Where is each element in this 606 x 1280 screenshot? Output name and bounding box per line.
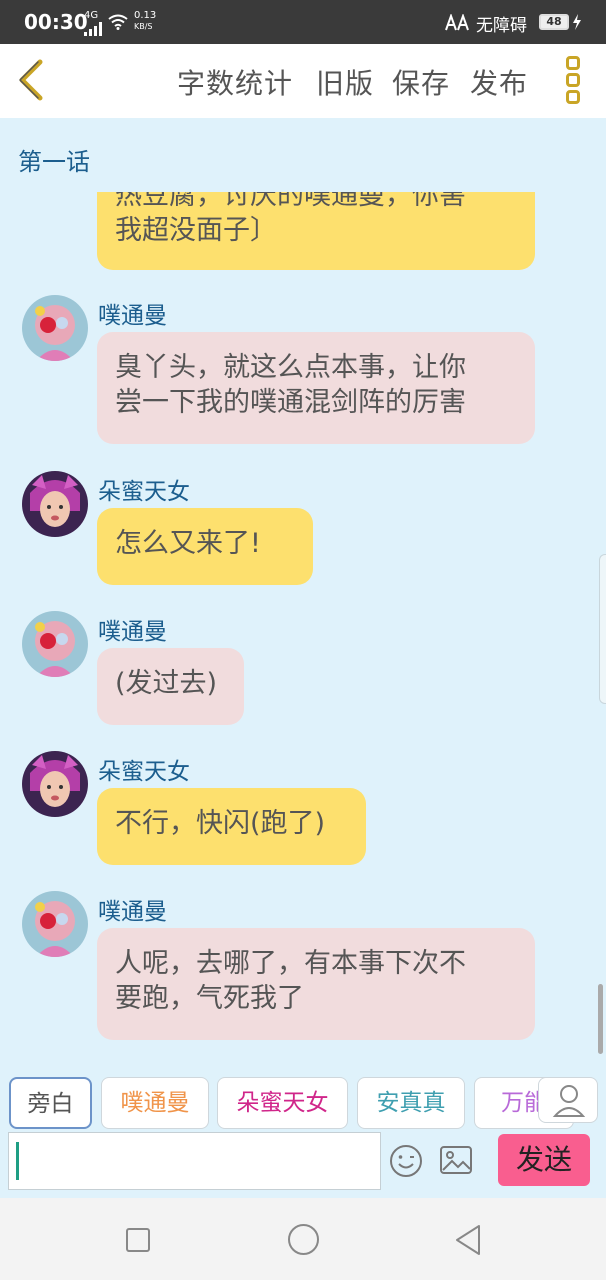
avatar-duomi[interactable] — [22, 471, 88, 537]
message-text: 臭丫头，就这么点本事，让你 — [115, 352, 466, 383]
more-menu-icon[interactable] — [562, 56, 584, 106]
message-text: (发过去) — [115, 668, 218, 699]
old-version-button[interactable]: 旧版 — [316, 62, 374, 102]
message-input[interactable] — [8, 1132, 381, 1190]
message-text: 怎么又来了! — [115, 528, 261, 559]
home-icon[interactable] — [288, 1224, 319, 1255]
message-text: 人呢，去哪了，有本事下次不 — [115, 948, 466, 979]
scrollbar[interactable] — [598, 984, 603, 1054]
message-bubble[interactable]: 臭丫头，就这么点本事，让你 尝一下我的噗通混剑阵的厉害 — [97, 332, 535, 444]
message-bubble[interactable]: 怎么又来了! — [97, 508, 313, 585]
avatar-putongman[interactable] — [22, 891, 88, 957]
status-bar: 00:30 4G 0.13 KB/S 无障碍 48 — [0, 0, 606, 44]
character-chip-duomi[interactable]: 朵蜜天女 — [217, 1077, 348, 1129]
message-text: 热豆腐，讨厌的噗通曼，你害 — [115, 192, 466, 211]
character-chip-putongman[interactable]: 噗通曼 — [101, 1077, 209, 1129]
toolbar: 字数统计 旧版 保存 发布 — [0, 44, 606, 118]
message-bubble[interactable]: (发过去) — [97, 648, 244, 725]
message-text: 尝一下我的噗通混剑阵的厉害 — [115, 387, 466, 418]
character-chip-narrator[interactable]: 旁白 — [9, 1077, 92, 1129]
character-chip-anzhenzhen[interactable]: 安真真 — [357, 1077, 465, 1129]
speaker-name: 朵蜜天女 — [98, 759, 190, 785]
send-button[interactable]: 发送 — [498, 1134, 590, 1186]
episode-title: 第一话 — [18, 148, 90, 176]
message-list: 热豆腐，讨厌的噗通曼，你害 我超没面子〕 噗通曼 臭丫头，就这么点本事，让你 尝… — [0, 192, 606, 1058]
accessibility-label: 无障碍 — [476, 16, 527, 36]
word-count-button[interactable]: 字数统计 — [177, 62, 293, 102]
message-text: 我超没面子〕 — [115, 215, 277, 246]
character-selector: 旁白 噗通曼 朵蜜天女 安真真 万能 — [0, 1058, 606, 1132]
battery-icon: 48 — [539, 14, 569, 30]
avatar-putongman[interactable] — [22, 611, 88, 677]
save-button[interactable]: 保存 — [392, 62, 450, 102]
network-speed: 0.13 KB/S — [134, 10, 156, 31]
publish-button[interactable]: 发布 — [470, 62, 528, 102]
message-text: 不行，快闪(跑了) — [115, 808, 326, 839]
message-bubble[interactable]: 热豆腐，讨厌的噗通曼，你害 我超没面子〕 — [97, 192, 535, 270]
wifi-icon — [108, 14, 128, 30]
input-bar: 发送 — [0, 1132, 606, 1198]
speed-value: 0.13 — [134, 10, 157, 21]
status-time: 00:30 — [24, 10, 88, 34]
accessibility-icon — [445, 14, 469, 31]
speaker-name: 朵蜜天女 — [98, 479, 190, 505]
speaker-name: 噗通曼 — [98, 619, 167, 645]
message-text: 要跑，气死我了 — [115, 983, 304, 1014]
smiley-icon[interactable] — [389, 1144, 423, 1178]
image-icon[interactable] — [439, 1144, 473, 1176]
back-chevron-icon[interactable] — [12, 56, 52, 104]
side-drawer-handle[interactable] — [599, 554, 606, 704]
message-bubble[interactable]: 人呢，去哪了，有本事下次不 要跑，气死我了 — [97, 928, 535, 1040]
navigation-bar — [0, 1198, 606, 1280]
network-type: 4G — [84, 10, 99, 21]
speaker-name: 噗通曼 — [98, 899, 167, 925]
avatar-putongman[interactable] — [22, 295, 88, 361]
text-cursor — [16, 1142, 19, 1180]
message-bubble[interactable]: 不行，快闪(跑了) — [97, 788, 366, 865]
charging-icon — [573, 14, 581, 30]
signal-icon — [84, 22, 102, 36]
speaker-name: 噗通曼 — [98, 303, 167, 329]
chat-area[interactable]: 第一话 热豆腐，讨厌的噗通曼，你害 我超没面子〕 噗通曼 臭丫头，就这么点本事，… — [0, 118, 606, 1058]
user-icon[interactable] — [538, 1077, 598, 1123]
avatar-duomi[interactable] — [22, 751, 88, 817]
nav-back-icon[interactable] — [454, 1224, 482, 1256]
speed-unit: KB/S — [134, 22, 153, 31]
recent-apps-icon[interactable] — [126, 1228, 150, 1252]
